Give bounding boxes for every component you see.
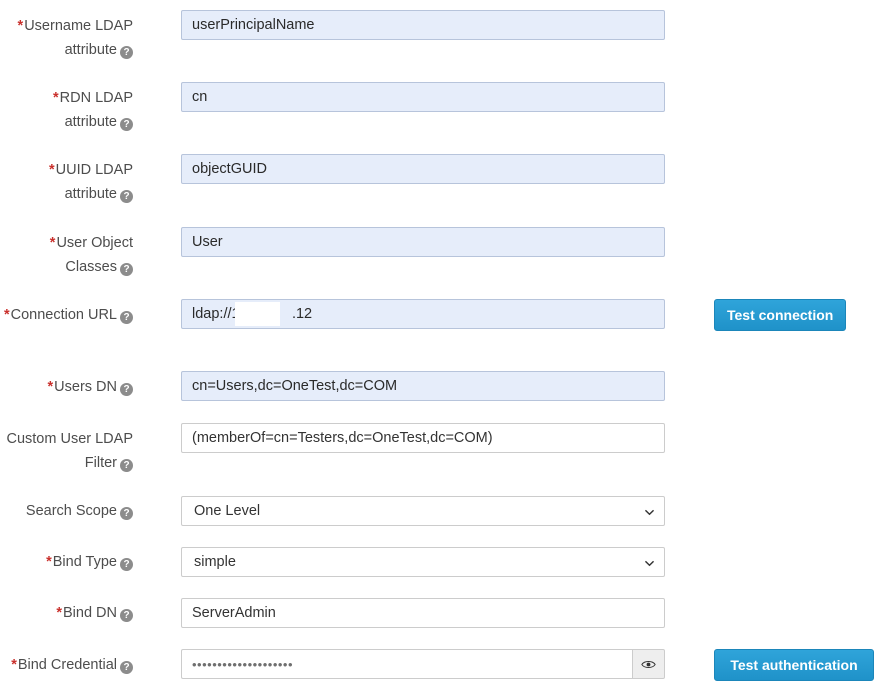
- label-bind-credential: *Bind Credential?: [0, 653, 133, 677]
- chevron-down-icon: [645, 559, 654, 568]
- required-asterisk: *: [49, 162, 55, 178]
- label-uuid-ldap-attribute: *UUID LDAP attribute?: [0, 158, 133, 206]
- help-circle-icon[interactable]: ?: [120, 661, 133, 674]
- help-circle-icon[interactable]: ?: [120, 263, 133, 276]
- required-asterisk: *: [50, 235, 56, 251]
- test-connection-button[interactable]: Test connection: [714, 299, 846, 331]
- field-connection-url: [181, 299, 665, 329]
- help-circle-icon[interactable]: ?: [120, 311, 133, 324]
- help-circle-icon[interactable]: ?: [120, 558, 133, 571]
- help-circle-icon[interactable]: ?: [120, 383, 133, 396]
- bind-type-select[interactable]: simple: [181, 547, 665, 577]
- label-rdn-ldap-attribute: *RDN LDAP attribute?: [0, 86, 133, 134]
- eye-icon: [641, 659, 656, 670]
- help-circle-icon[interactable]: ?: [120, 46, 133, 59]
- field-uuid-ldap-attribute: [181, 154, 665, 184]
- search-scope-select[interactable]: One Level: [181, 496, 665, 526]
- bind-credential-input-group: [181, 649, 665, 679]
- label-custom-user-ldap-filter: Custom User LDAP Filter?: [0, 427, 133, 475]
- label-bind-dn: *Bind DN?: [0, 601, 133, 625]
- field-user-object-classes: [181, 227, 665, 257]
- field-bind-type: simple: [181, 547, 665, 577]
- help-circle-icon[interactable]: ?: [120, 190, 133, 203]
- chevron-down-icon: [645, 508, 654, 517]
- label-connection-url: *Connection URL?: [0, 303, 133, 327]
- ldap-settings-form: *Username LDAP attribute? *RDN LDAP attr…: [0, 0, 879, 700]
- rdn-ldap-attribute-input[interactable]: [181, 82, 665, 112]
- test-authentication-button[interactable]: Test authentication: [714, 649, 874, 681]
- required-asterisk: *: [11, 657, 17, 673]
- label-text: Bind Type: [53, 554, 117, 570]
- label-bind-type: *Bind Type?: [0, 550, 133, 574]
- label-username-ldap-attribute: *Username LDAP attribute?: [0, 14, 133, 62]
- required-asterisk: *: [56, 605, 62, 621]
- label-text: Users DN: [54, 379, 117, 395]
- label-search-scope: Search Scope?: [0, 499, 133, 523]
- required-asterisk: *: [18, 18, 24, 34]
- help-circle-icon[interactable]: ?: [120, 507, 133, 520]
- custom-user-ldap-filter-input[interactable]: [181, 423, 665, 453]
- field-custom-user-ldap-filter: [181, 423, 665, 453]
- bind-dn-input[interactable]: [181, 598, 665, 628]
- label-text: Username LDAP attribute: [24, 18, 133, 58]
- search-scope-value: One Level: [194, 503, 260, 519]
- field-users-dn: [181, 371, 665, 401]
- connection-url-input[interactable]: [181, 299, 665, 329]
- field-search-scope: One Level: [181, 496, 665, 526]
- user-object-classes-input[interactable]: [181, 227, 665, 257]
- help-circle-icon[interactable]: ?: [120, 118, 133, 131]
- users-dn-input[interactable]: [181, 371, 665, 401]
- field-rdn-ldap-attribute: [181, 82, 665, 112]
- label-text: Bind Credential: [18, 657, 117, 673]
- bind-type-value: simple: [194, 554, 236, 570]
- label-text: Connection URL: [11, 307, 117, 323]
- label-user-object-classes: *User Object Classes?: [0, 231, 133, 279]
- toggle-password-visibility-button[interactable]: [632, 649, 665, 679]
- required-asterisk: *: [4, 307, 10, 323]
- label-text: Search Scope: [26, 503, 117, 519]
- field-bind-credential: [181, 649, 665, 679]
- username-ldap-attribute-input[interactable]: [181, 10, 665, 40]
- required-asterisk: *: [46, 554, 52, 570]
- field-bind-dn: [181, 598, 665, 628]
- uuid-ldap-attribute-input[interactable]: [181, 154, 665, 184]
- field-username-ldap-attribute: [181, 10, 665, 40]
- bind-credential-input[interactable]: [181, 649, 632, 679]
- help-circle-icon[interactable]: ?: [120, 609, 133, 622]
- help-circle-icon[interactable]: ?: [120, 459, 133, 472]
- label-users-dn: *Users DN?: [0, 375, 133, 399]
- required-asterisk: *: [53, 90, 59, 106]
- required-asterisk: *: [48, 379, 54, 395]
- label-text: Bind DN: [63, 605, 117, 621]
- label-text: Custom User LDAP Filter: [6, 431, 133, 471]
